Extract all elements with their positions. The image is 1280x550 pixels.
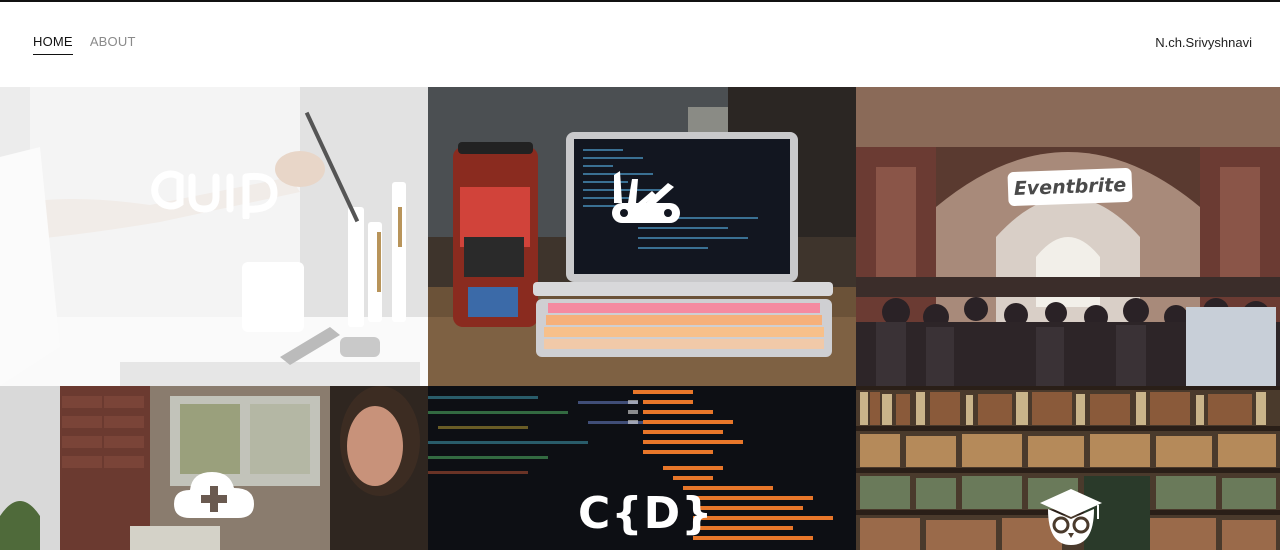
project-tile-devtools[interactable] [428, 87, 856, 386]
laptop-desk-photo [428, 87, 856, 386]
project-tile-cloud[interactable] [0, 386, 428, 550]
owl-graduate-icon [1040, 489, 1102, 545]
bathroom-photo [0, 87, 428, 386]
project-grid: Eventbrite C{D} [0, 87, 1280, 550]
event-hall-photo [856, 87, 1280, 386]
nav-about-link[interactable]: ABOUT [90, 34, 136, 55]
nav-home-link[interactable]: HOME [33, 34, 73, 55]
project-tile-library[interactable] [856, 386, 1280, 550]
project-tile-quip[interactable] [0, 87, 428, 386]
codedamn-logo: C{D} [578, 488, 714, 539]
site-header: HOME ABOUT N.ch.Srivyshnavi [0, 2, 1280, 87]
eventbrite-logo: Eventbrite [1007, 167, 1133, 207]
swiss-knife-icon [612, 171, 680, 223]
site-brand-name[interactable]: N.ch.Srivyshnavi [1155, 35, 1252, 50]
cloud-plus-icon [174, 472, 254, 518]
project-tile-eventbrite[interactable]: Eventbrite [856, 87, 1280, 386]
main-nav: HOME ABOUT [33, 34, 136, 55]
quip-logo-icon [151, 170, 278, 219]
project-tile-codedamn[interactable]: C{D} [428, 386, 856, 550]
